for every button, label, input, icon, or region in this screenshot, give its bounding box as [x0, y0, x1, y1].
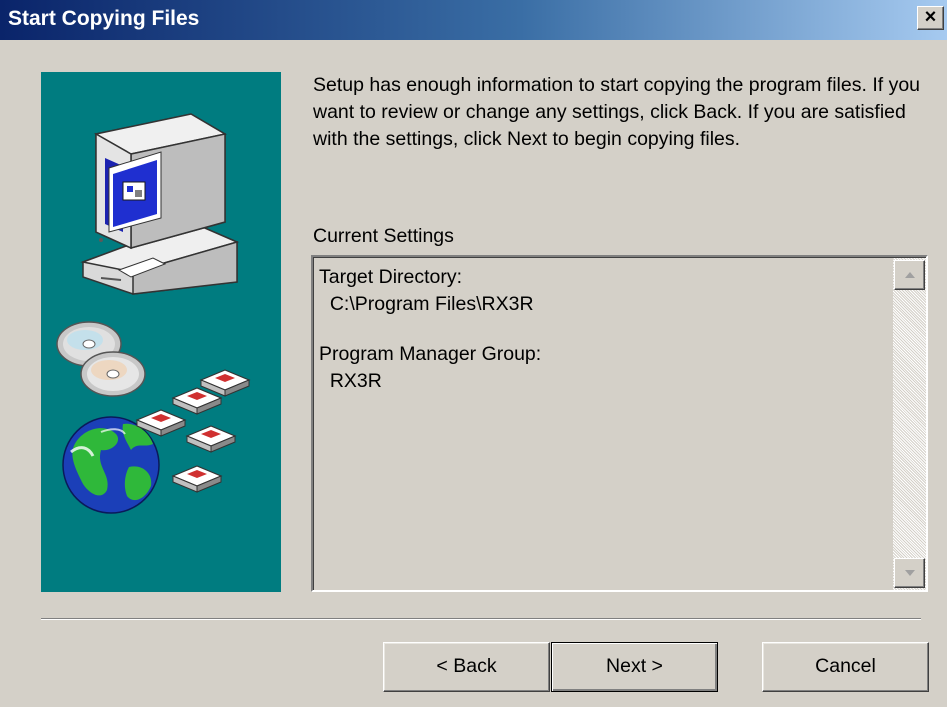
separator-line — [41, 618, 921, 620]
target-directory-value: C:\Program Files\RX3R — [319, 293, 534, 315]
current-settings-box[interactable]: Target Directory: C:\Program Files\RX3R … — [311, 255, 928, 592]
setup-illustration — [56, 113, 251, 514]
current-settings-content: Target Directory: C:\Program Files\RX3R … — [313, 257, 926, 590]
back-button[interactable]: < Back — [383, 642, 550, 692]
intro-text: Setup has enough information to start co… — [313, 74, 921, 150]
setup-illustration-panel — [41, 72, 281, 592]
close-icon: × — [924, 6, 937, 28]
program-manager-group-value: RX3R — [319, 370, 382, 392]
scroll-down-button[interactable] — [894, 558, 925, 588]
globe-icon — [62, 416, 160, 514]
target-directory-label: Target Directory: — [319, 266, 463, 288]
close-button[interactable]: × — [917, 6, 944, 30]
setup-dialog: Start Copying Files × Setup has enough i… — [0, 0, 947, 707]
cancel-button[interactable]: Cancel — [762, 642, 929, 692]
computer-icon — [80, 113, 240, 295]
scroll-up-button[interactable] — [894, 260, 925, 290]
arrow-down-icon — [905, 570, 915, 576]
cd-disc-icon — [56, 321, 146, 397]
next-button[interactable]: Next > — [551, 642, 718, 692]
arrow-up-icon — [905, 272, 915, 278]
title-bar[interactable]: Start Copying Files × — [0, 0, 947, 40]
vertical-scrollbar[interactable] — [893, 258, 926, 590]
program-manager-group-label: Program Manager Group: — [319, 343, 542, 365]
current-settings-label: Current Settings — [313, 225, 454, 247]
window-title: Start Copying Files — [8, 7, 200, 30]
